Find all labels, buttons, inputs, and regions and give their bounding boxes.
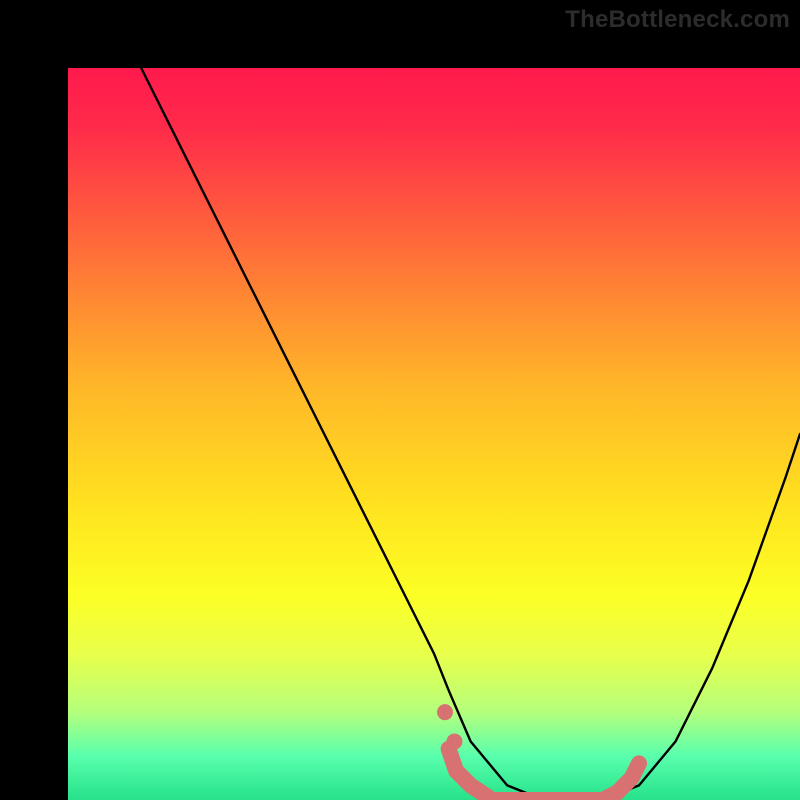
highlight-dot bbox=[446, 733, 462, 749]
highlight-dot bbox=[437, 704, 453, 720]
chart-frame bbox=[0, 0, 800, 800]
curve-main bbox=[141, 68, 800, 800]
watermark-text: TheBottleneck.com bbox=[565, 6, 790, 34]
curve-highlight bbox=[449, 749, 639, 800]
chart-plot-area bbox=[68, 68, 800, 800]
chart-curves bbox=[68, 68, 800, 800]
